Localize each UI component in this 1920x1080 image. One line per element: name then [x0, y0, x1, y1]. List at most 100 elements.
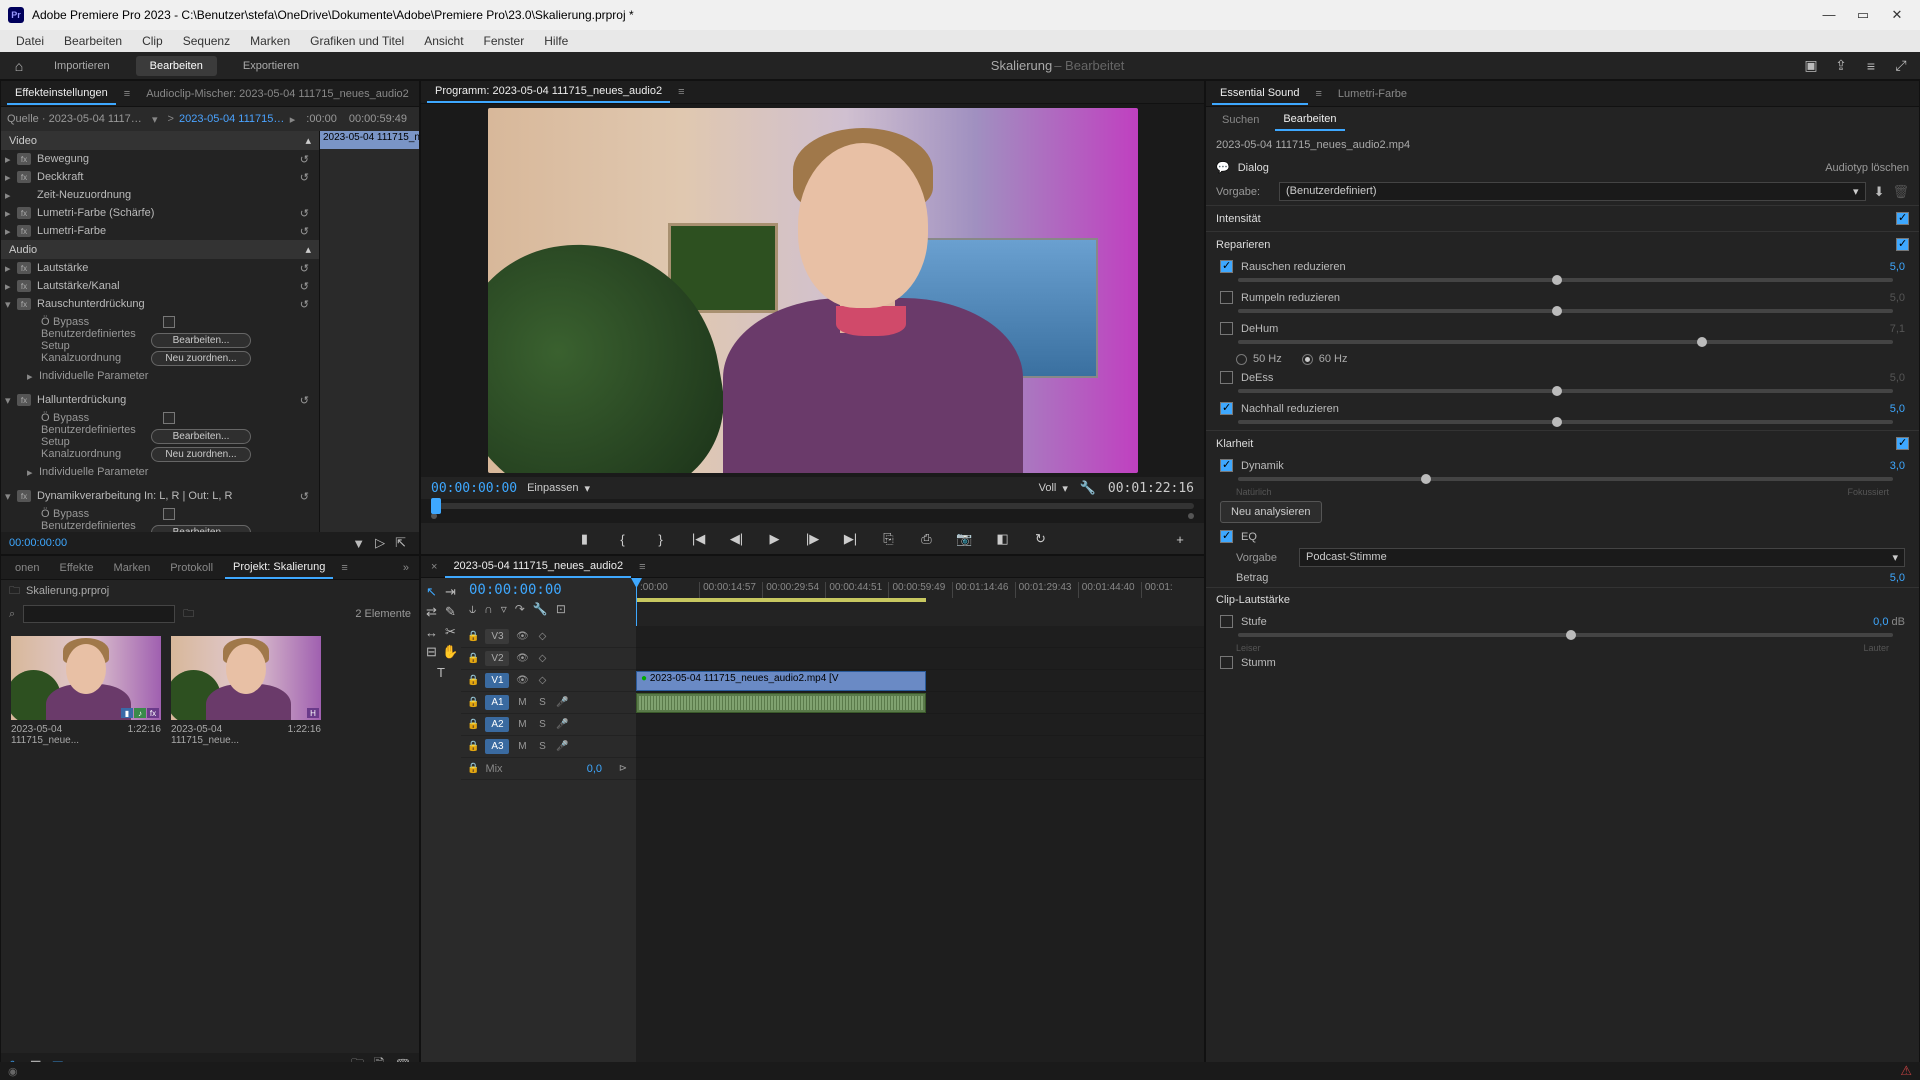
track-a3[interactable]: 🔒A3MS🎤	[461, 736, 636, 758]
close-sequence-icon[interactable]: ×	[427, 561, 441, 573]
bin-icon[interactable]: 🗀	[9, 582, 26, 601]
effect-lumetri[interactable]: ▸fxLumetri-Farbe↺	[1, 222, 319, 240]
reset-icon[interactable]: ↺	[294, 225, 315, 238]
project-item[interactable]: H 2023-05-04 111715_neue...1:22:16	[171, 636, 321, 1043]
warning-icon[interactable]: ⚠	[1900, 1063, 1912, 1079]
audio-clip[interactable]	[636, 693, 926, 713]
razor-tool[interactable]: ✂	[443, 624, 459, 640]
ec-mini-timeline[interactable]: 2023-05-04 111715_ne	[319, 131, 419, 532]
track-v2[interactable]: 🔒V2👁◇	[461, 648, 636, 670]
playhead[interactable]	[431, 498, 441, 514]
track-select-tool[interactable]: ⇥	[443, 584, 459, 600]
es-group-clip-lautstaerke[interactable]: Clip-Lautstärke	[1206, 588, 1919, 612]
proxy-icon[interactable]: ↻	[1031, 529, 1051, 549]
minimize-button[interactable]: —	[1818, 7, 1840, 23]
tab-protokoll[interactable]: Protokoll	[162, 558, 221, 578]
playhead[interactable]	[636, 578, 637, 626]
home-icon[interactable]: ⌂	[10, 57, 28, 75]
dynamics-slider[interactable]	[1238, 477, 1893, 481]
rumble-checkbox[interactable]	[1220, 291, 1233, 304]
download-preset-icon[interactable]: ⬇	[1874, 184, 1885, 200]
track-a1[interactable]: 🔒A1MS🎤	[461, 692, 636, 714]
share-icon[interactable]: ⇪	[1832, 57, 1850, 75]
es-tab-suchen[interactable]: Suchen	[1214, 110, 1267, 130]
panel-menu-icon[interactable]: ≡	[1312, 88, 1326, 100]
deess-checkbox[interactable]	[1220, 371, 1233, 384]
effect-deckkraft[interactable]: ▸fxDeckkraft↺	[1, 168, 319, 186]
project-item[interactable]: ▮♪fx 2023-05-04 111715_neue...1:22:16	[11, 636, 161, 1043]
settings-icon[interactable]: 🔧	[1078, 478, 1098, 498]
delete-preset-icon[interactable]: 🗑	[1892, 184, 1909, 200]
effect-lautstaerke[interactable]: ▸fxLautstärke↺	[1, 259, 319, 277]
button-editor-icon[interactable]: +	[1170, 529, 1190, 549]
linked-selection-icon[interactable]: ∩	[484, 602, 493, 617]
intensity-checkbox[interactable]	[1896, 212, 1909, 225]
panel-menu-icon[interactable]: ≡	[120, 88, 134, 100]
edit-button[interactable]: Bearbeiten...	[151, 333, 251, 348]
menu-clip[interactable]: Clip	[132, 34, 173, 48]
hz60-radio[interactable]: 60 Hz	[1302, 353, 1348, 365]
track-v1[interactable]: 🔒V1👁◇	[461, 670, 636, 692]
level-slider[interactable]	[1238, 633, 1893, 637]
menu-bearbeiten[interactable]: Bearbeiten	[54, 34, 132, 48]
hand-tool[interactable]: ✋	[443, 644, 459, 660]
tab-importieren[interactable]: Importieren	[40, 56, 124, 76]
deess-slider[interactable]	[1238, 389, 1893, 393]
menu-sequenz[interactable]: Sequenz	[173, 34, 240, 48]
timeline-settings-icon[interactable]: ↷	[515, 602, 525, 617]
noise-checkbox[interactable]	[1220, 260, 1233, 273]
play-icon[interactable]: ▸	[285, 113, 301, 126]
effect-hallunterdrueckung[interactable]: ▾fxHallunterdrückung↺	[1, 391, 319, 409]
panel-menu-icon[interactable]: ≡	[635, 561, 649, 573]
filter-icon[interactable]: ▼	[347, 536, 370, 551]
noise-slider[interactable]	[1238, 278, 1893, 282]
close-button[interactable]: ✕	[1886, 7, 1908, 23]
tab-effekte[interactable]: Effekte	[51, 558, 101, 578]
keyframe-icon[interactable]: ▷	[370, 535, 390, 551]
es-group-reparieren[interactable]: Reparieren	[1206, 232, 1919, 257]
reset-icon[interactable]: ↺	[294, 171, 315, 184]
reverb-checkbox[interactable]	[1220, 402, 1233, 415]
rate-stretch-tool[interactable]: ↔	[424, 624, 440, 640]
lift-icon[interactable]: ⎘	[879, 529, 899, 549]
quick-export-icon[interactable]: ▣	[1802, 57, 1820, 75]
edit-button[interactable]: Bearbeiten...	[151, 525, 251, 533]
go-to-in-icon[interactable]: |◀	[689, 529, 709, 549]
tab-sequence[interactable]: 2023-05-04 111715_neues_audio2	[445, 556, 631, 578]
dehum-checkbox[interactable]	[1220, 322, 1233, 335]
track-v3[interactable]: 🔒V3👁◇	[461, 626, 636, 648]
menu-marken[interactable]: Marken	[240, 34, 300, 48]
menu-fenster[interactable]: Fenster	[474, 34, 535, 48]
rolling-edit-tool[interactable]: ✎	[443, 604, 459, 620]
bypass-checkbox[interactable]	[163, 412, 175, 424]
clear-audio-type-button[interactable]: Audiotyp löschen	[1825, 162, 1909, 174]
reset-icon[interactable]: ↺	[294, 153, 315, 166]
hz50-radio[interactable]: 50 Hz	[1236, 353, 1282, 365]
workspace-menu-icon[interactable]: ≡	[1862, 57, 1880, 75]
track-mix[interactable]: 🔒Mix0,0⊳	[461, 758, 636, 780]
eq-checkbox[interactable]	[1220, 530, 1233, 543]
maximize-button[interactable]: ▭	[1852, 7, 1874, 23]
program-tc-left[interactable]: 00:00:00:00	[431, 481, 517, 496]
fit-dropdown[interactable]: Einpassen▾	[527, 482, 590, 495]
preset-dropdown[interactable]: (Benutzerdefiniert)▾	[1279, 182, 1866, 201]
mark-out-icon[interactable]: }	[651, 529, 671, 549]
go-to-out-icon[interactable]: ▶|	[841, 529, 861, 549]
effect-dynamik[interactable]: ▾fxDynamikverarbeitung In: L, R | Out: L…	[1, 487, 319, 505]
es-tab-bearbeiten[interactable]: Bearbeiten	[1275, 109, 1344, 131]
ec-sequence-label[interactable]: 2023-05-04 111715_neues_audi...	[179, 113, 285, 125]
bypass-checkbox[interactable]	[163, 508, 175, 520]
program-viewport[interactable]	[421, 104, 1204, 477]
track-a2[interactable]: 🔒A2MS🎤	[461, 714, 636, 736]
rumble-slider[interactable]	[1238, 309, 1893, 313]
tab-essential-sound[interactable]: Essential Sound	[1212, 83, 1308, 105]
quality-dropdown[interactable]: Voll▾	[1039, 482, 1068, 495]
export-icon[interactable]: ⇱	[390, 535, 411, 551]
extract-icon[interactable]: ⎙	[917, 529, 937, 549]
type-tool[interactable]: T	[433, 664, 449, 680]
bypass-checkbox[interactable]	[163, 316, 175, 328]
fullscreen-icon[interactable]: ⤢	[1892, 57, 1910, 75]
clarity-checkbox[interactable]	[1896, 437, 1909, 450]
remap-button[interactable]: Neu zuordnen...	[151, 447, 251, 462]
overflow-icon[interactable]: »	[399, 562, 413, 574]
